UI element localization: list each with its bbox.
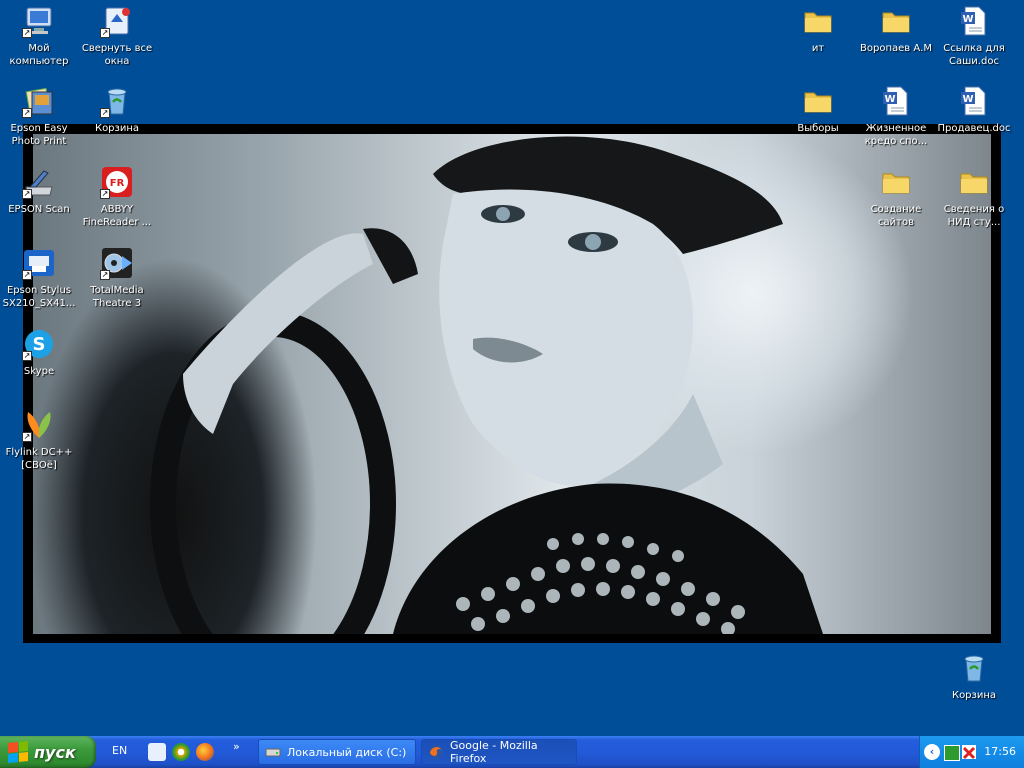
icon-label: EPSON Scan [8, 204, 70, 215]
tray-app-icon[interactable] [944, 745, 960, 761]
epson-scan-icon: ↗ [22, 165, 56, 199]
totalmedia-theatre-icon: ↗ [100, 246, 134, 280]
quicklaunch-overflow-chevron[interactable]: » [233, 740, 240, 753]
media-player-quicklaunch-icon[interactable] [172, 743, 190, 761]
desktop-icon-totalmedia-theatre[interactable]: ↗ TotalMedia Theatre 3 [78, 244, 156, 316]
folder-icon [957, 165, 991, 199]
tray-antivirus-icon[interactable] [962, 745, 976, 760]
show-desktop-icon: ↗ [100, 4, 134, 38]
desktop-folder-vybory[interactable]: Выборы [779, 82, 857, 154]
wallpaper-frame [23, 124, 1001, 643]
icon-label: Мой компьютер [9, 43, 69, 67]
desktop-icon-flylink[interactable]: ↗ Flylink DC++ [СВОё] [0, 406, 78, 478]
epson-stylus-icon: ↗ [22, 246, 56, 280]
svg-text:FR: FR [110, 178, 125, 189]
svg-text:S: S [33, 334, 46, 355]
taskbar: пуск EN » Локальный диск (C:) Google - M… [0, 736, 1024, 768]
abbyy-finereader-icon: FR ↗ [100, 165, 134, 199]
drive-icon [265, 744, 281, 760]
desktop-icon-my-computer[interactable]: ↗ Мой компьютер [0, 2, 78, 74]
desktop-icon-recycle-bin-left[interactable]: ↗ Корзина [78, 82, 156, 154]
icon-label: Создание сайтов [870, 204, 922, 228]
recycle-bin-icon: ↗ [100, 84, 134, 118]
icon-label: Корзина [951, 690, 997, 701]
icon-label: Выборы [797, 123, 839, 134]
desktop-icon-recycle-bin[interactable]: Корзина [935, 649, 1013, 721]
icon-label: Flylink DC++ [СВОё] [5, 447, 73, 471]
svg-text:W: W [962, 94, 973, 105]
folder-icon [879, 165, 913, 199]
recycle-bin-icon [957, 651, 991, 685]
tray-expand-icon[interactable]: ‹ [924, 744, 940, 760]
task-firefox[interactable]: Google - Mozilla Firefox [421, 739, 577, 765]
flylink-icon: ↗ [22, 408, 56, 442]
icon-label: TotalMedia Theatre 3 [90, 285, 144, 309]
task-label: Google - Mozilla Firefox [450, 739, 538, 765]
folder-icon [801, 4, 835, 38]
desktop-folder-it[interactable]: ит [779, 2, 857, 74]
task-local-disk[interactable]: Локальный диск (C:) [258, 739, 416, 765]
icon-label: Ссылка для Саши.doc [943, 43, 1005, 67]
epson-easy-photo-print-icon: ↗ [22, 84, 56, 118]
firefox-icon [428, 744, 444, 760]
icon-label: Жизненное кредо спо... [864, 123, 928, 147]
word-document-icon: W [957, 4, 991, 38]
desktop-doc-link-for-sasha[interactable]: W Ссылка для Саши.doc [935, 2, 1013, 74]
wallpaper-photo [33, 134, 991, 634]
start-label: пуск [34, 742, 76, 762]
folder-icon [801, 84, 835, 118]
language-indicator[interactable]: EN [112, 744, 127, 757]
skype-icon: S ↗ [22, 327, 56, 361]
icon-label: ит [811, 43, 825, 54]
my-computer-icon: ↗ [22, 4, 56, 38]
desktop-icon-epson-easy-photo-print[interactable]: ↗ Epson Easy Photo Print [0, 82, 78, 154]
firefox-quicklaunch-icon[interactable] [196, 743, 214, 761]
desktop-folder-voropaev[interactable]: Воропаев А.М [857, 2, 935, 74]
icon-label: Epson Stylus SX210_SX41... [2, 285, 76, 309]
desktop-doc-prodavets[interactable]: W Продавец.doc [935, 82, 1013, 154]
icon-label: Воропаев А.М [860, 43, 932, 54]
desktop-doc-zhiznennoe-kredo[interactable]: W Жизненное кредо спо... [857, 82, 935, 154]
desktop-icon-epson-stylus[interactable]: ↗ Epson Stylus SX210_SX41... [0, 244, 78, 316]
svg-text:W: W [884, 94, 895, 105]
windows-logo-icon [8, 740, 28, 764]
desktop-icon-show-desktop[interactable]: ↗ Свернуть все окна [78, 2, 156, 74]
icon-label: Epson Easy Photo Print [10, 123, 68, 147]
icon-label: Продавец.doc [937, 123, 1011, 134]
icon-label: ABBYY FineReader ... [82, 204, 152, 228]
icon-label: Корзина [94, 123, 140, 134]
svg-text:W: W [962, 14, 973, 25]
desktop-folder-sozdanie-saitov[interactable]: Создание сайтов [857, 163, 935, 235]
folder-icon [879, 4, 913, 38]
desktop-folder-svedeniya-nid[interactable]: Сведения о НИД сту... [935, 163, 1013, 235]
icon-label: Свернуть все окна [81, 43, 153, 67]
task-label: Локальный диск (C:) [287, 745, 407, 759]
desktop: ↗ Мой компьютер ↗ Свернуть все окна ↗ Ep… [0, 0, 1024, 736]
icon-label: Skype [23, 366, 55, 377]
system-tray: ‹ 17:56 [919, 736, 1024, 768]
clock: 17:56 [984, 745, 1016, 758]
icon-label: Сведения о НИД сту... [943, 204, 1005, 228]
word-document-icon: W [957, 84, 991, 118]
show-desktop-quicklaunch-icon[interactable] [148, 743, 166, 761]
desktop-icon-epson-scan[interactable]: ↗ EPSON Scan [0, 163, 78, 235]
word-document-icon: W [879, 84, 913, 118]
start-button[interactable]: пуск [0, 736, 96, 768]
desktop-icon-skype[interactable]: S ↗ Skype [0, 325, 78, 397]
desktop-icon-abbyy-finereader[interactable]: FR ↗ ABBYY FineReader ... [78, 163, 156, 235]
